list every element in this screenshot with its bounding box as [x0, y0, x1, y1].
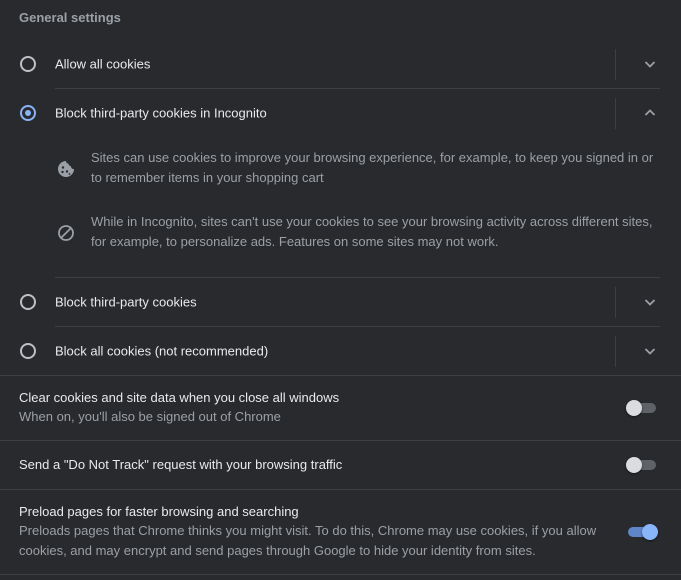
vertical-separator: [615, 98, 616, 129]
toggle-title: Preload pages for faster browsing and se…: [19, 504, 299, 519]
radio-option-block-all-cookies[interactable]: Block all cookies (not recommended): [0, 326, 681, 375]
clear-on-exit-toggle[interactable]: [626, 400, 658, 416]
toggle-row-clear-on-exit[interactable]: Clear cookies and site data when you clo…: [0, 376, 681, 440]
vertical-separator: [615, 287, 616, 318]
radio-option-allow-all-cookies[interactable]: Allow all cookies: [0, 39, 681, 88]
radio-label: Block third-party cookies: [55, 294, 197, 309]
radio-button-allow-all-cookies[interactable]: [20, 55, 36, 72]
radio-option-block-third-party-incognito[interactable]: Block third-party cookies in Incognito: [0, 88, 681, 137]
toggle-row-do-not-track[interactable]: Send a "Do Not Track" request with your …: [0, 441, 681, 489]
do-not-track-toggle[interactable]: [626, 457, 658, 473]
chevron-down-icon[interactable]: [640, 341, 660, 361]
incognito-detail-text: Sites can use cookies to improve your br…: [91, 150, 654, 185]
preload-pages-toggle[interactable]: [626, 524, 658, 540]
radio-button-block-third-party-incognito[interactable]: [20, 104, 36, 121]
block-icon: [56, 223, 76, 243]
incognito-detail-text: While in Incognito, sites can't use your…: [91, 214, 653, 249]
toggle-title: Send a "Do Not Track" request with your …: [19, 457, 343, 472]
vertical-separator: [615, 49, 616, 80]
divider: [0, 574, 681, 575]
section-title: General settings: [19, 10, 121, 25]
radio-label: Block all cookies (not recommended): [55, 343, 269, 358]
radio-option-block-third-party[interactable]: Block third-party cookies: [0, 277, 681, 326]
radio-button-block-third-party[interactable]: [20, 293, 36, 310]
cookie-icon: [56, 159, 76, 179]
chevron-down-icon[interactable]: [640, 54, 660, 74]
vertical-separator: [615, 336, 616, 367]
chevron-down-icon[interactable]: [640, 292, 660, 312]
radio-button-block-all-cookies[interactable]: [20, 342, 36, 359]
radio-label: Block third-party cookies in Incognito: [55, 105, 267, 120]
chevron-up-icon[interactable]: [640, 103, 660, 123]
toggle-subtitle: Preloads pages that Chrome thinks you mi…: [19, 523, 597, 558]
toggle-title: Clear cookies and site data when you clo…: [19, 390, 340, 405]
radio-label: Allow all cookies: [55, 56, 151, 71]
toggle-row-preload-pages[interactable]: Preload pages for faster browsing and se…: [0, 490, 681, 574]
toggle-subtitle: When on, you'll also be signed out of Ch…: [19, 409, 281, 424]
